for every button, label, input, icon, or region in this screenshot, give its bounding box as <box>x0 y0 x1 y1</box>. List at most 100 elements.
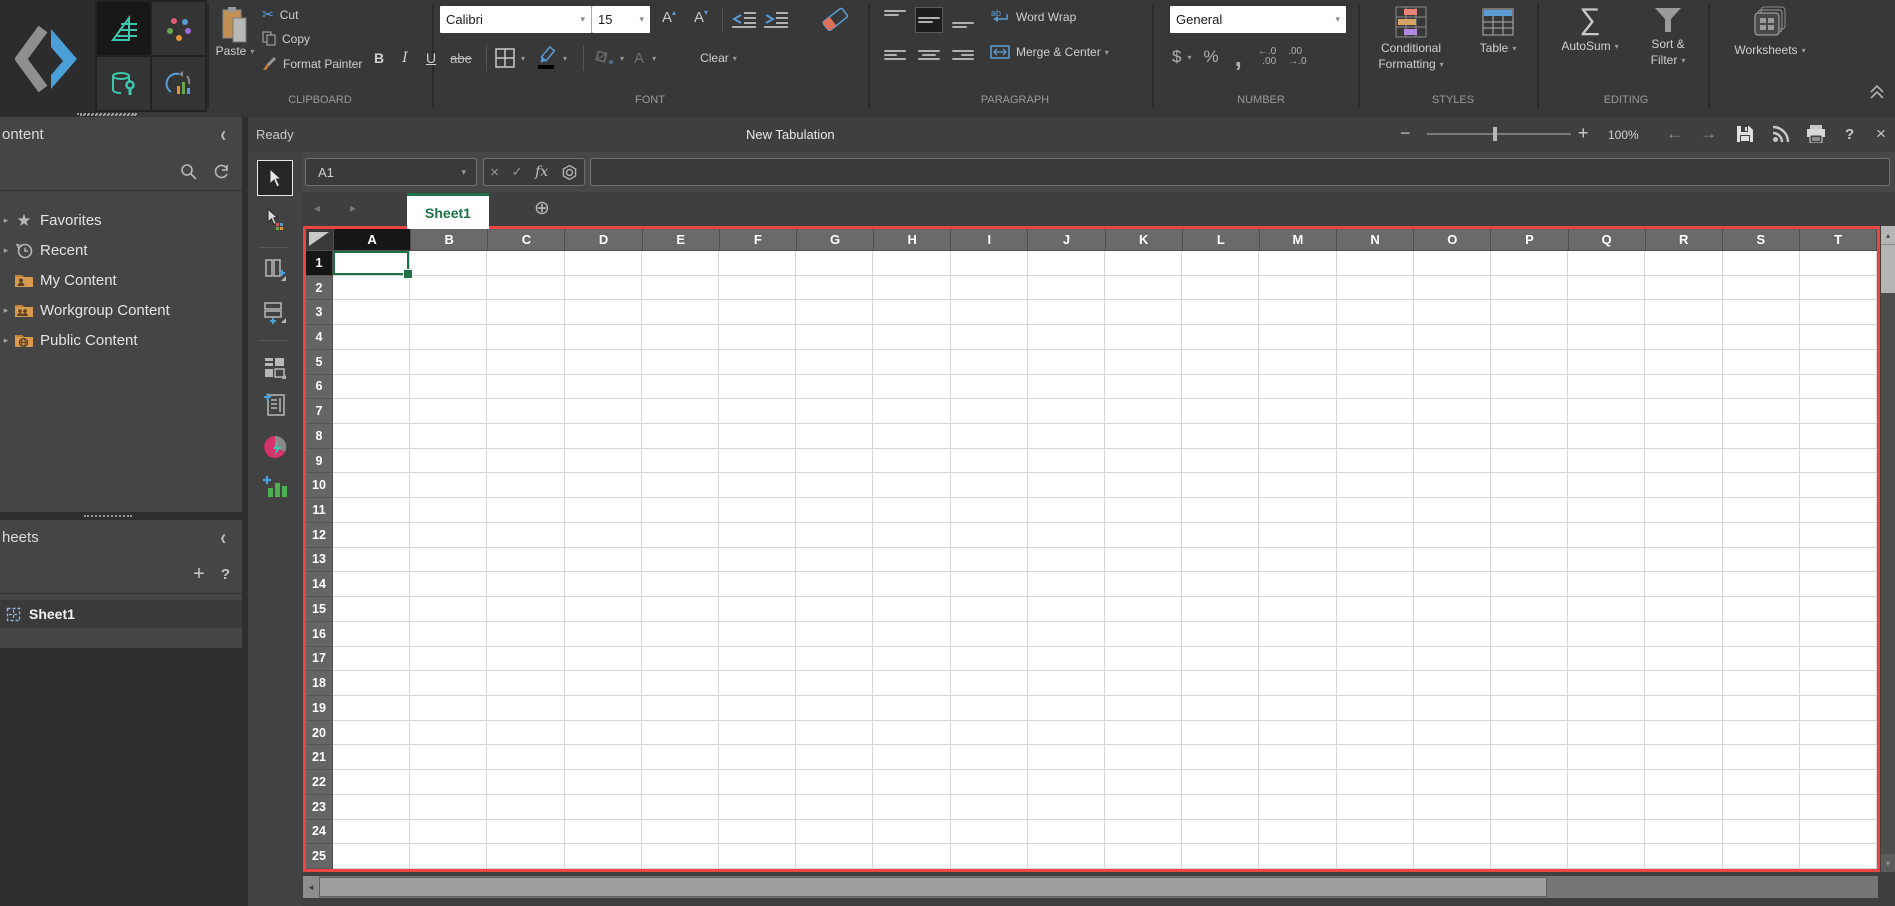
row-header-10[interactable]: 10 <box>306 473 333 498</box>
cell-R3[interactable] <box>1645 300 1722 325</box>
align-right-button[interactable] <box>952 46 974 64</box>
cell-E23[interactable] <box>642 795 719 820</box>
cell-D7[interactable] <box>565 399 642 424</box>
cell-K19[interactable] <box>1105 696 1182 721</box>
cell-Q13[interactable] <box>1568 548 1645 573</box>
help-button[interactable]: ? <box>1845 126 1854 143</box>
cell-B15[interactable] <box>410 597 487 622</box>
cell-M14[interactable] <box>1259 572 1336 597</box>
cell-M2[interactable] <box>1259 276 1336 301</box>
collapse-worksheets-panel-icon[interactable]: ‹ <box>220 525 226 551</box>
cell-B13[interactable] <box>410 548 487 573</box>
cell-Q17[interactable] <box>1568 647 1645 672</box>
cell-R23[interactable] <box>1645 795 1722 820</box>
cell-N1[interactable] <box>1337 251 1414 276</box>
cell-A4[interactable] <box>333 325 410 350</box>
cell-E17[interactable] <box>642 647 719 672</box>
italic-button[interactable]: I <box>392 50 418 66</box>
cell-C19[interactable] <box>487 696 564 721</box>
cell-R5[interactable] <box>1645 350 1722 375</box>
cell-I22[interactable] <box>951 770 1028 795</box>
cell-Q11[interactable] <box>1568 498 1645 523</box>
cell-M10[interactable] <box>1259 473 1336 498</box>
cell-L24[interactable] <box>1182 820 1259 845</box>
cell-T10[interactable] <box>1800 473 1877 498</box>
cell-D24[interactable] <box>565 820 642 845</box>
cell-M21[interactable] <box>1259 745 1336 770</box>
cell-K16[interactable] <box>1105 622 1182 647</box>
cell-C6[interactable] <box>487 375 564 400</box>
cell-T5[interactable] <box>1800 350 1877 375</box>
cell-A6[interactable] <box>333 375 410 400</box>
cell-T24[interactable] <box>1800 820 1877 845</box>
cell-J1[interactable] <box>1028 251 1105 276</box>
cell-G17[interactable] <box>796 647 873 672</box>
cell-F8[interactable] <box>719 424 796 449</box>
cell-O24[interactable] <box>1414 820 1491 845</box>
format-painter-button[interactable]: Format Painter <box>262 56 362 71</box>
currency-caret[interactable]: ▾ <box>1187 53 1191 62</box>
cell-O15[interactable] <box>1414 597 1491 622</box>
row-header-14[interactable]: 14 <box>306 572 333 597</box>
cell-C13[interactable] <box>487 548 564 573</box>
save-button[interactable] <box>1736 125 1754 143</box>
column-header-M[interactable]: M <box>1260 229 1337 251</box>
cell-S20[interactable] <box>1723 721 1800 746</box>
cell-L13[interactable] <box>1182 548 1259 573</box>
cell-I24[interactable] <box>951 820 1028 845</box>
cell-G8[interactable] <box>796 424 873 449</box>
cell-I12[interactable] <box>951 523 1028 548</box>
cell-Q24[interactable] <box>1568 820 1645 845</box>
currency-button[interactable]: $ <box>1172 47 1181 67</box>
tree-item-public-content[interactable]: ▸ Public Content <box>0 325 242 355</box>
cell-A22[interactable] <box>333 770 410 795</box>
cell-F12[interactable] <box>719 523 796 548</box>
cell-Q21[interactable] <box>1568 745 1645 770</box>
cell-B3[interactable] <box>410 300 487 325</box>
cell-E10[interactable] <box>642 473 719 498</box>
cell-D22[interactable] <box>565 770 642 795</box>
cell-J22[interactable] <box>1028 770 1105 795</box>
cell-J18[interactable] <box>1028 671 1105 696</box>
cell-O21[interactable] <box>1414 745 1491 770</box>
cell-O1[interactable] <box>1414 251 1491 276</box>
scroll-down-button[interactable]: ▾ <box>1881 854 1895 872</box>
cell-T14[interactable] <box>1800 572 1877 597</box>
cell-R25[interactable] <box>1645 844 1722 869</box>
cell-I23[interactable] <box>951 795 1028 820</box>
cell-T11[interactable] <box>1800 498 1877 523</box>
cell-N11[interactable] <box>1337 498 1414 523</box>
expander-icon[interactable]: ▸ <box>0 215 12 226</box>
cell-J11[interactable] <box>1028 498 1105 523</box>
cell-H5[interactable] <box>873 350 950 375</box>
cell-Q4[interactable] <box>1568 325 1645 350</box>
cell-Q16[interactable] <box>1568 622 1645 647</box>
row-header-15[interactable]: 15 <box>306 597 333 622</box>
cell-L18[interactable] <box>1182 671 1259 696</box>
cell-N6[interactable] <box>1337 375 1414 400</box>
vertical-scroll-thumb[interactable] <box>1881 244 1895 293</box>
cell-B16[interactable] <box>410 622 487 647</box>
cell-H22[interactable] <box>873 770 950 795</box>
cell-N5[interactable] <box>1337 350 1414 375</box>
cell-A7[interactable] <box>333 399 410 424</box>
cell-P21[interactable] <box>1491 745 1568 770</box>
cell-R6[interactable] <box>1645 375 1722 400</box>
cell-E3[interactable] <box>642 300 719 325</box>
cell-I3[interactable] <box>951 300 1028 325</box>
cell-C2[interactable] <box>487 276 564 301</box>
cell-L15[interactable] <box>1182 597 1259 622</box>
cell-Q3[interactable] <box>1568 300 1645 325</box>
cell-E6[interactable] <box>642 375 719 400</box>
add-worksheet-button[interactable]: + <box>193 563 205 586</box>
zoom-out-button[interactable]: − <box>1400 123 1411 144</box>
cell-F13[interactable] <box>719 548 796 573</box>
cell-E18[interactable] <box>642 671 719 696</box>
cell-S6[interactable] <box>1723 375 1800 400</box>
cell-E21[interactable] <box>642 745 719 770</box>
cell-O20[interactable] <box>1414 721 1491 746</box>
bold-button[interactable]: B <box>366 50 392 66</box>
cell-N23[interactable] <box>1337 795 1414 820</box>
cell-A14[interactable] <box>333 572 410 597</box>
cell-O14[interactable] <box>1414 572 1491 597</box>
